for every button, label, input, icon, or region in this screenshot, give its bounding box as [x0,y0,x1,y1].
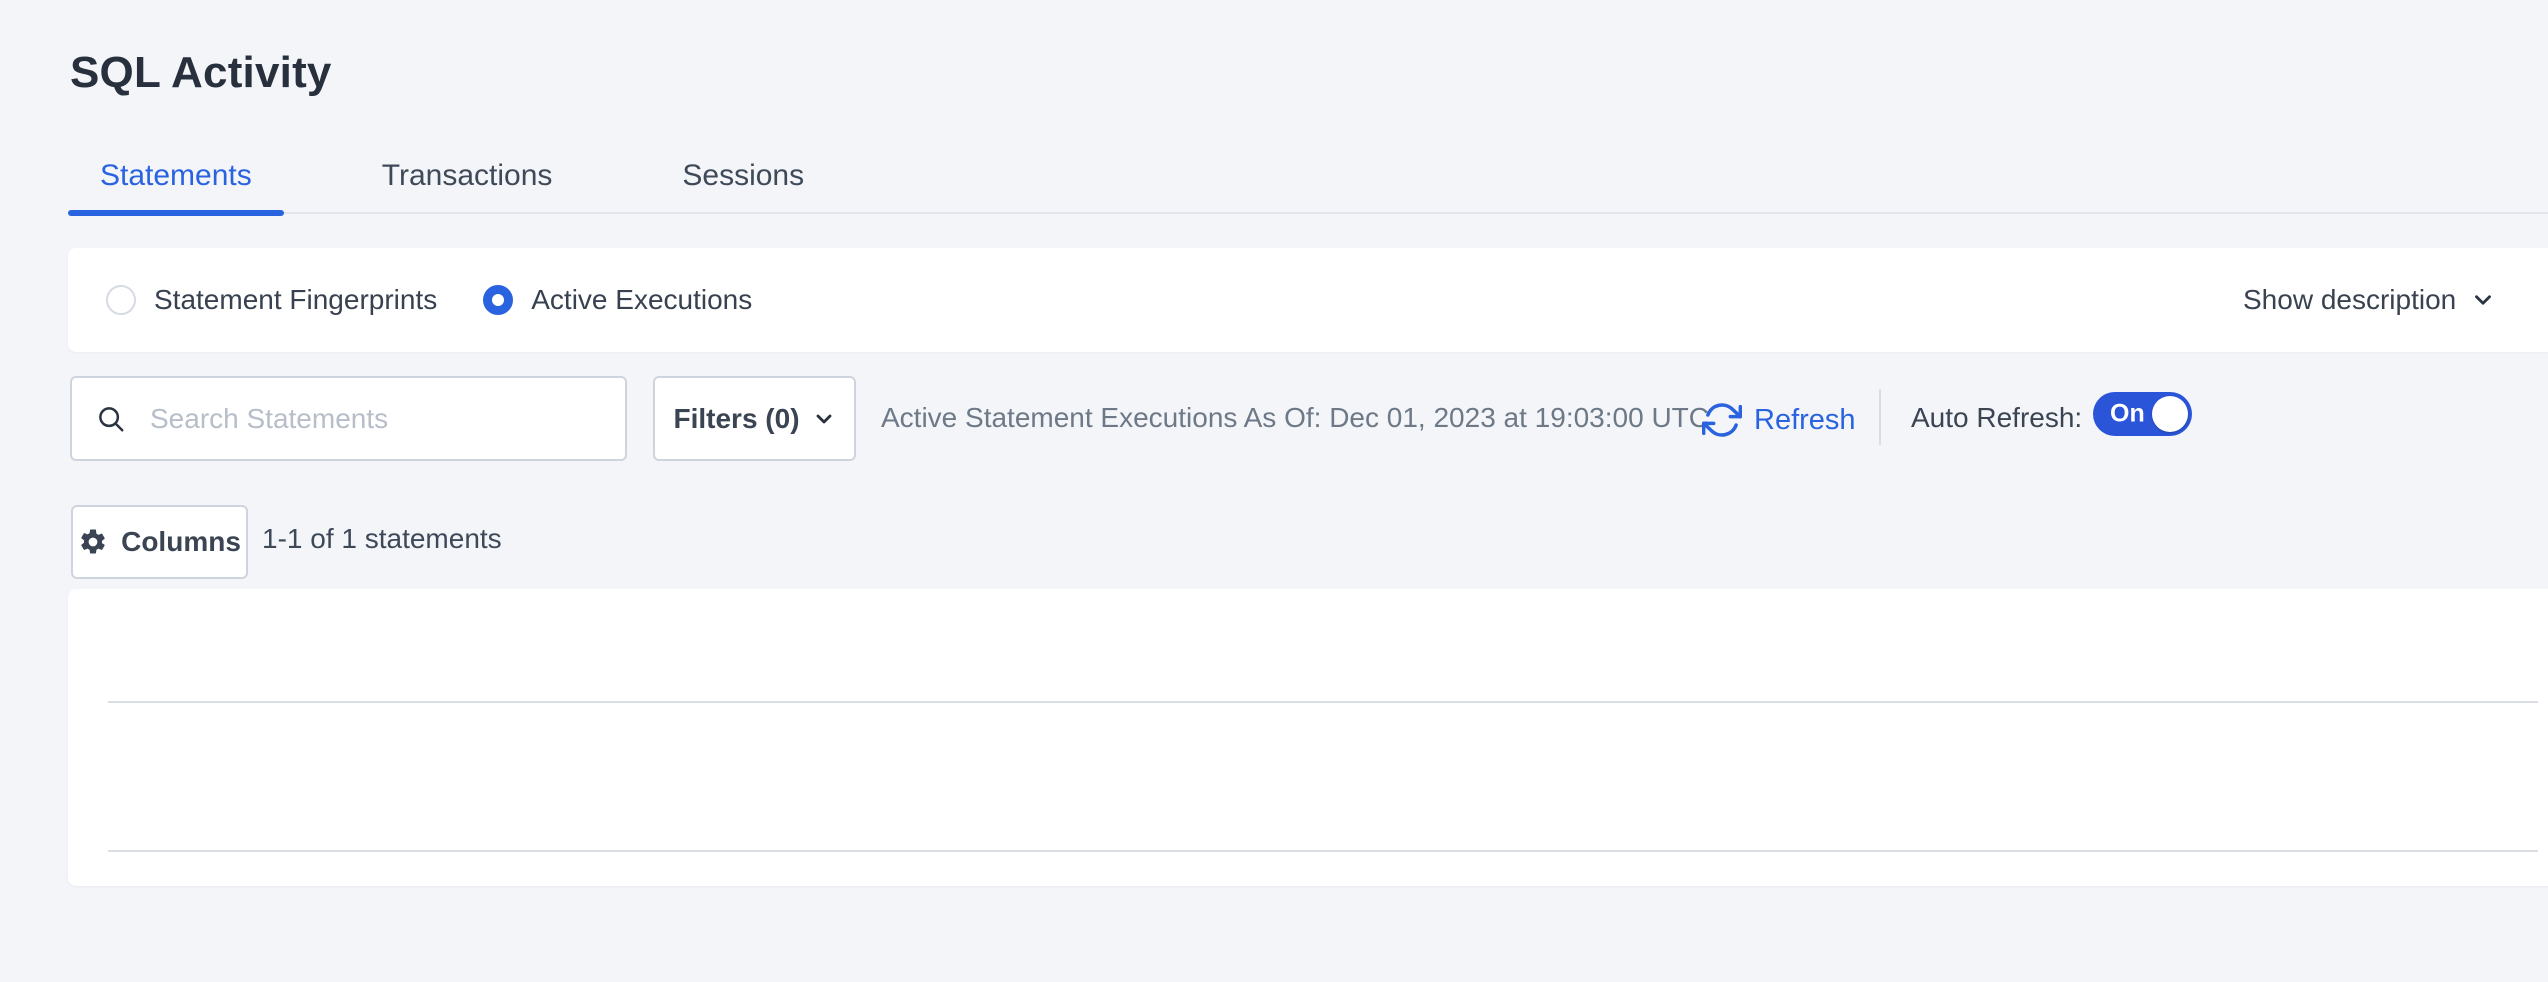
chevron-down-icon [812,407,836,431]
view-mode-radio-group: Statement Fingerprints Active Executions [68,248,2548,352]
result-count: 1-1 of 1 statements [262,523,502,555]
radio-statement-fingerprints-label[interactable]: Statement Fingerprints [154,284,437,316]
tab-statements-label: Statements [100,159,252,193]
toggle-state-label: On [2110,400,2145,429]
toggle-knob [2152,396,2188,432]
show-description-button[interactable]: Show description [2243,284,2496,316]
row-divider [108,850,2538,852]
sql-activity-page: SQL Activity Statements Transactions Ses… [0,0,2548,982]
gear-icon [78,527,108,557]
search-icon [96,404,126,434]
tab-bar: Statements Transactions Sessions [68,140,2548,214]
radio-active-executions-label[interactable]: Active Executions [531,284,752,316]
show-description-label: Show description [2243,284,2456,316]
refresh-icon [1702,400,1742,440]
header-divider [108,701,2538,703]
search-input[interactable] [148,402,605,436]
as-of-text: Active Statement Executions As Of: Dec 0… [881,402,1709,434]
tab-sessions-label: Sessions [682,159,804,193]
radio-statement-fingerprints[interactable] [106,285,136,315]
statements-table: Statement Execution ID Statement Executi… [68,589,2548,886]
columns-button[interactable]: Columns [71,505,248,579]
tab-statements[interactable]: Statements [68,140,284,212]
chevron-down-icon [2470,287,2496,313]
filters-button[interactable]: Filters (0) [653,376,856,461]
radio-active-executions[interactable] [483,285,513,315]
vertical-divider [1879,389,1881,445]
auto-refresh-label: Auto Refresh: [1911,402,2082,434]
tab-transactions-label: Transactions [382,159,553,193]
refresh-label: Refresh [1754,404,1856,437]
refresh-button[interactable]: Refresh [1702,380,1856,460]
tab-transactions[interactable]: Transactions [350,140,585,212]
filters-button-label: Filters (0) [673,403,799,435]
page-title: SQL Activity [70,48,332,98]
columns-button-label: Columns [121,526,241,558]
view-mode-card: Statement Fingerprints Active Executions [68,248,2548,352]
tab-sessions[interactable]: Sessions [650,140,836,212]
auto-refresh-toggle[interactable]: On [2093,392,2192,436]
search-box [70,376,627,461]
